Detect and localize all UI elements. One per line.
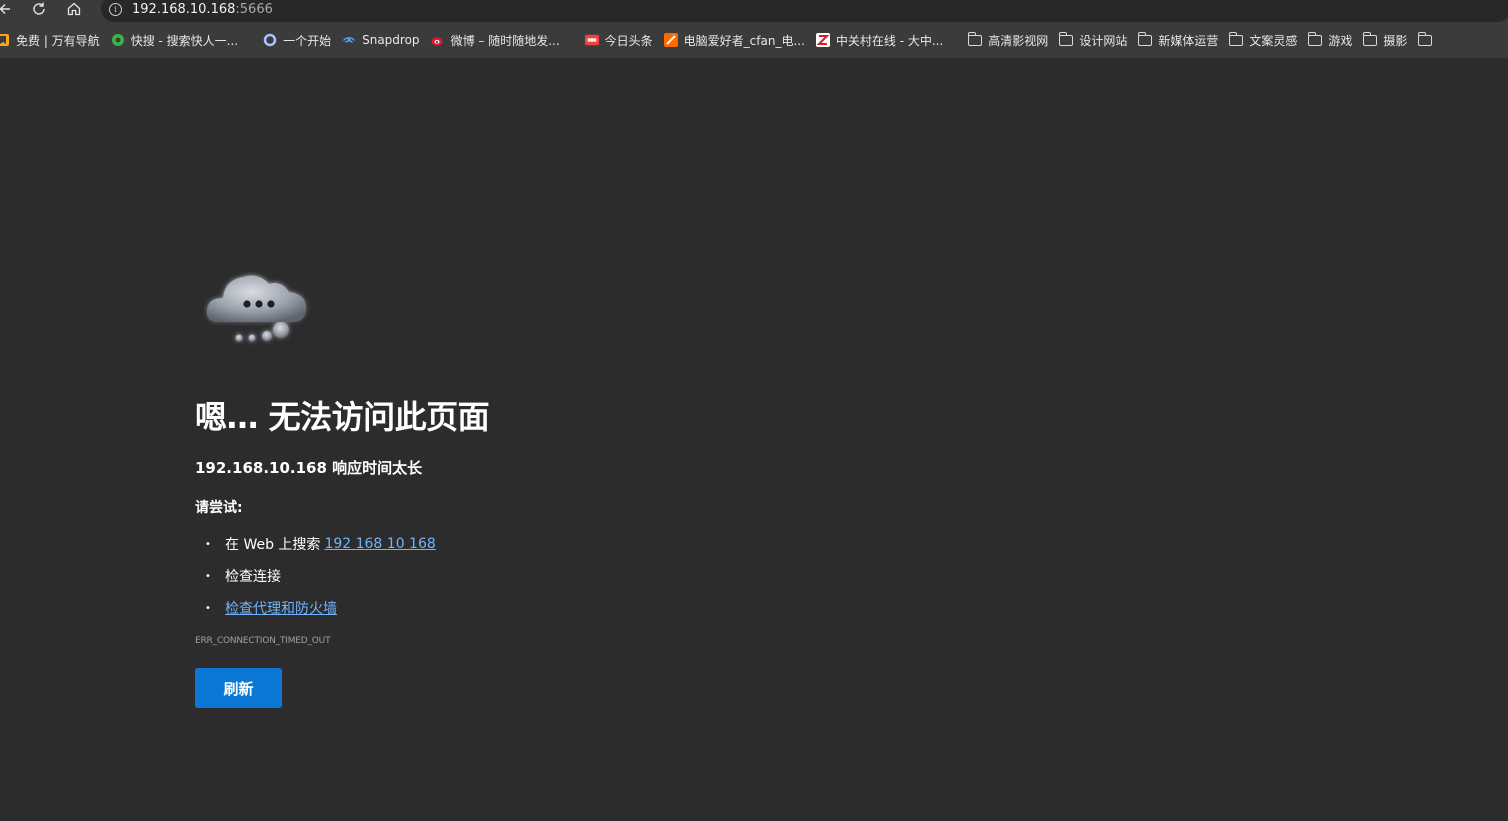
bookmark-item[interactable]: Snapdrop [338, 27, 426, 53]
suggestion-search: • 在 Web 上搜索 192 168 10 168 [195, 528, 436, 560]
site-info-icon[interactable]: i [109, 2, 122, 16]
home-button[interactable] [63, 0, 85, 18]
bookmark-folder[interactable]: 摄影 [1359, 27, 1414, 53]
suggestion-check-proxy: • 检查代理和防火墙 [195, 592, 436, 624]
cfan-favicon-icon [663, 33, 678, 47]
search-web-link[interactable]: 192 168 10 168 [324, 536, 435, 552]
bookmark-folder-label: 摄影 [1383, 33, 1408, 48]
bullet-icon: • [205, 570, 211, 582]
bullet-icon: • [205, 602, 211, 614]
bookmark-label: 快搜 - 搜索快人一... [130, 33, 239, 48]
bookmarks-bar: 免费 | 万有导航 快搜 - 搜索快人一... 一个开始 Snapdrop 微博… [0, 22, 1508, 58]
address-port: :5666 [235, 1, 273, 17]
bookmark-item[interactable]: 快搜 - 搜索快人一... [107, 27, 245, 53]
toutiao-favicon-icon [584, 33, 599, 47]
folder-icon [1229, 31, 1244, 47]
snapdrop-favicon-icon [342, 33, 356, 47]
bookmark-item[interactable]: 一个开始 [259, 27, 338, 53]
zol-favicon-icon [815, 33, 830, 47]
error-code: ERR_CONNECTION_TIMED_OUT [195, 636, 331, 646]
bookmark-folder[interactable]: 设计网站 [1055, 27, 1134, 53]
error-title: 嗯… 无法访问此页面 [195, 398, 490, 436]
address-host: 192.168.10.168 [132, 1, 236, 17]
bookmark-folder-label: 设计网站 [1079, 33, 1128, 48]
bookmark-favicon-icon [0, 33, 10, 47]
bookmark-item[interactable]: 今日头条 [581, 27, 660, 53]
home-icon [67, 2, 81, 16]
bookmark-folder-label: 文案灵感 [1249, 33, 1298, 48]
error-subtitle: 192.168.10.168 响应时间太长 [195, 459, 423, 477]
refresh-button[interactable]: 刷新 [195, 668, 282, 708]
bookmark-label: 今日头条 [604, 33, 653, 48]
check-connection-text: 检查连接 [225, 569, 281, 585]
reload-button[interactable] [28, 0, 50, 18]
try-heading: 请尝试: [195, 500, 243, 516]
folder-icon [1138, 31, 1153, 47]
folder-icon [1418, 31, 1433, 47]
reload-icon [33, 2, 45, 15]
search-suggestion-text: 在 Web 上搜索 [225, 537, 321, 553]
bookmark-folder[interactable] [1414, 27, 1445, 53]
folder-icon [1363, 31, 1378, 47]
bookmark-folder[interactable]: 游戏 [1304, 27, 1359, 53]
bookmark-folder[interactable]: 高清影视网 [964, 27, 1055, 53]
bookmark-label: 电脑爱好者_cfan_电... [683, 33, 805, 48]
bookmark-folder[interactable]: 新媒体运营 [1134, 27, 1225, 53]
folder-icon [1059, 31, 1074, 47]
cloud-error-icon [203, 260, 313, 342]
bookmark-folder-label: 新媒体运营 [1158, 33, 1219, 48]
quick-search-favicon-icon [111, 33, 125, 47]
ring-favicon-icon [263, 33, 277, 47]
bullet-icon: • [205, 538, 211, 550]
weibo-favicon-icon [431, 33, 445, 47]
back-button[interactable] [0, 0, 16, 18]
bookmark-label: 中关村在线 - 大中... [835, 33, 944, 48]
suggestion-list: • 在 Web 上搜索 192 168 10 168 • 检查连接 • 检查代理… [195, 528, 436, 624]
address-bar[interactable]: i 192.168.10.168:5666 [101, 0, 1508, 22]
folder-icon [1308, 31, 1323, 47]
folder-icon [967, 31, 983, 47]
bookmark-item[interactable]: 微博 – 随时随地发... [427, 27, 567, 53]
suggestion-check-connection: • 检查连接 [195, 560, 436, 592]
bookmark-label: 微博 – 随时随地发... [450, 33, 560, 48]
bookmark-item[interactable]: 免费 | 万有导航 [0, 27, 107, 53]
bookmark-label: 免费 | 万有导航 [16, 33, 100, 48]
bookmark-label: 一个开始 [283, 33, 332, 48]
bookmark-folder-label: 高清影视网 [988, 33, 1049, 48]
browser-toolbar: i 192.168.10.168:5666 [0, 0, 1508, 22]
check-proxy-firewall-link[interactable]: 检查代理和防火墙 [225, 598, 337, 618]
bookmark-label: Snapdrop [362, 33, 420, 47]
bookmark-folder-label: 游戏 [1328, 33, 1353, 48]
bookmark-item[interactable]: 电脑爱好者_cfan_电... [660, 27, 812, 53]
bookmark-folder[interactable]: 文案灵感 [1225, 27, 1304, 53]
bookmark-item[interactable]: 中关村在线 - 大中... [812, 27, 950, 53]
back-arrow-icon [0, 4, 10, 14]
